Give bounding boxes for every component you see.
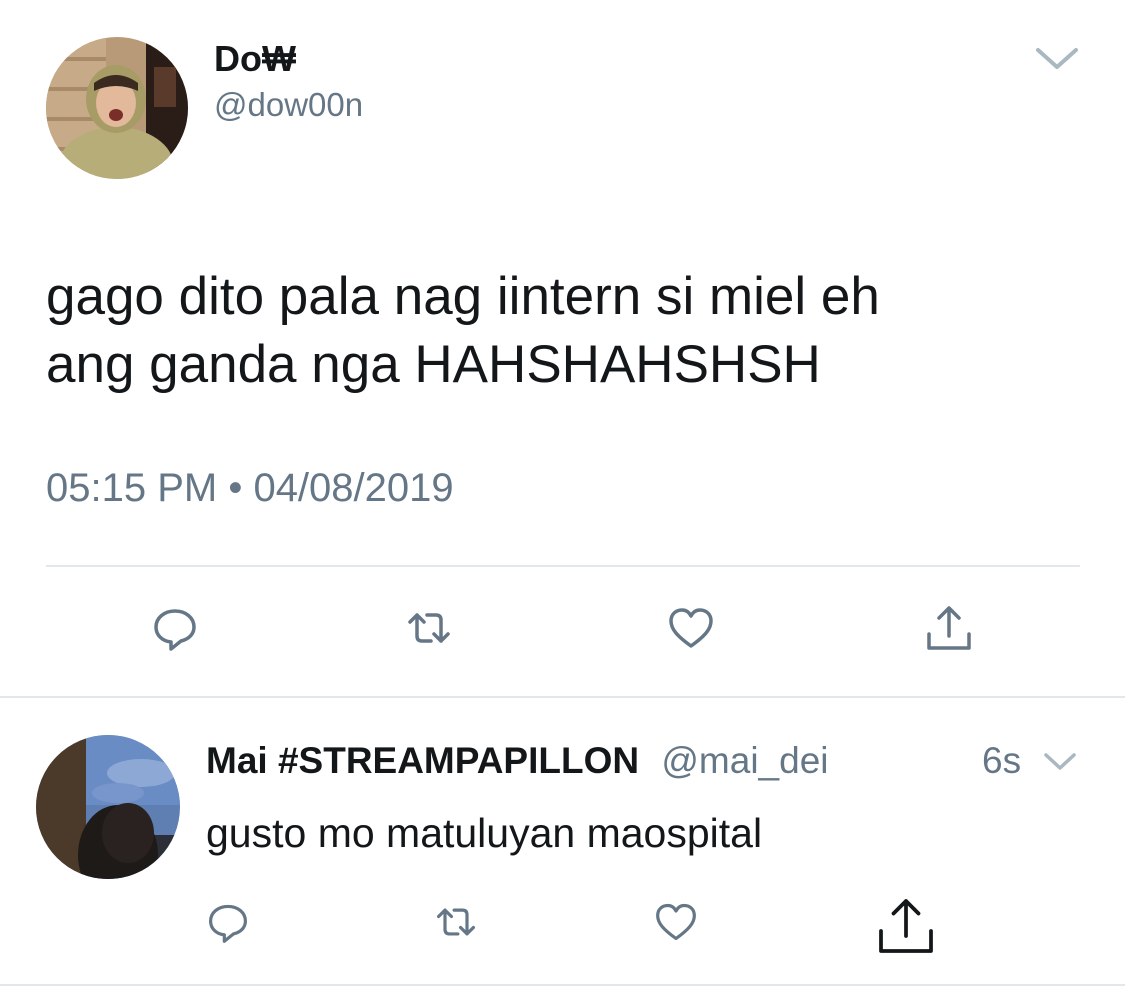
chevron-down-icon[interactable] — [1040, 748, 1080, 776]
display-name[interactable]: Mai #STREAMPAPILLON — [206, 740, 639, 781]
chevron-down-icon[interactable] — [1030, 40, 1084, 76]
avatar-photo — [46, 37, 188, 179]
tweet-text: gago dito pala nag iintern si miel eh an… — [46, 263, 1086, 399]
user-handle[interactable]: @mai_dei — [661, 740, 828, 781]
reply-icon[interactable] — [206, 900, 250, 944]
tweet-text-line: ang ganda nga HAHSHAHSHSH — [46, 335, 821, 394]
like-icon[interactable] — [654, 900, 698, 944]
tweet-text: gusto mo matuluyan maospital — [206, 810, 763, 856]
like-icon[interactable] — [667, 604, 715, 652]
retweet-icon[interactable] — [405, 604, 453, 652]
tweet-text-line: gago dito pala nag iintern si miel eh — [46, 267, 880, 326]
tweet-timestamp[interactable]: 05:15 PM • 04/08/2019 — [46, 466, 454, 511]
divider — [0, 696, 1125, 698]
share-icon[interactable] — [925, 604, 973, 652]
user-handle[interactable]: @dow00n — [214, 86, 363, 124]
avatar[interactable] — [46, 37, 188, 179]
display-name[interactable]: Do₩ — [214, 38, 296, 80]
divider — [46, 565, 1080, 567]
reply-icon[interactable] — [151, 604, 199, 652]
tweet-time[interactable]: 6s — [982, 740, 1021, 782]
divider — [0, 984, 1125, 986]
share-icon[interactable] — [876, 896, 936, 956]
reply-header: Mai #STREAMPAPILLON @mai_dei — [206, 740, 829, 784]
avatar-photo — [36, 735, 180, 879]
avatar[interactable] — [36, 735, 180, 879]
retweet-icon[interactable] — [434, 900, 478, 944]
